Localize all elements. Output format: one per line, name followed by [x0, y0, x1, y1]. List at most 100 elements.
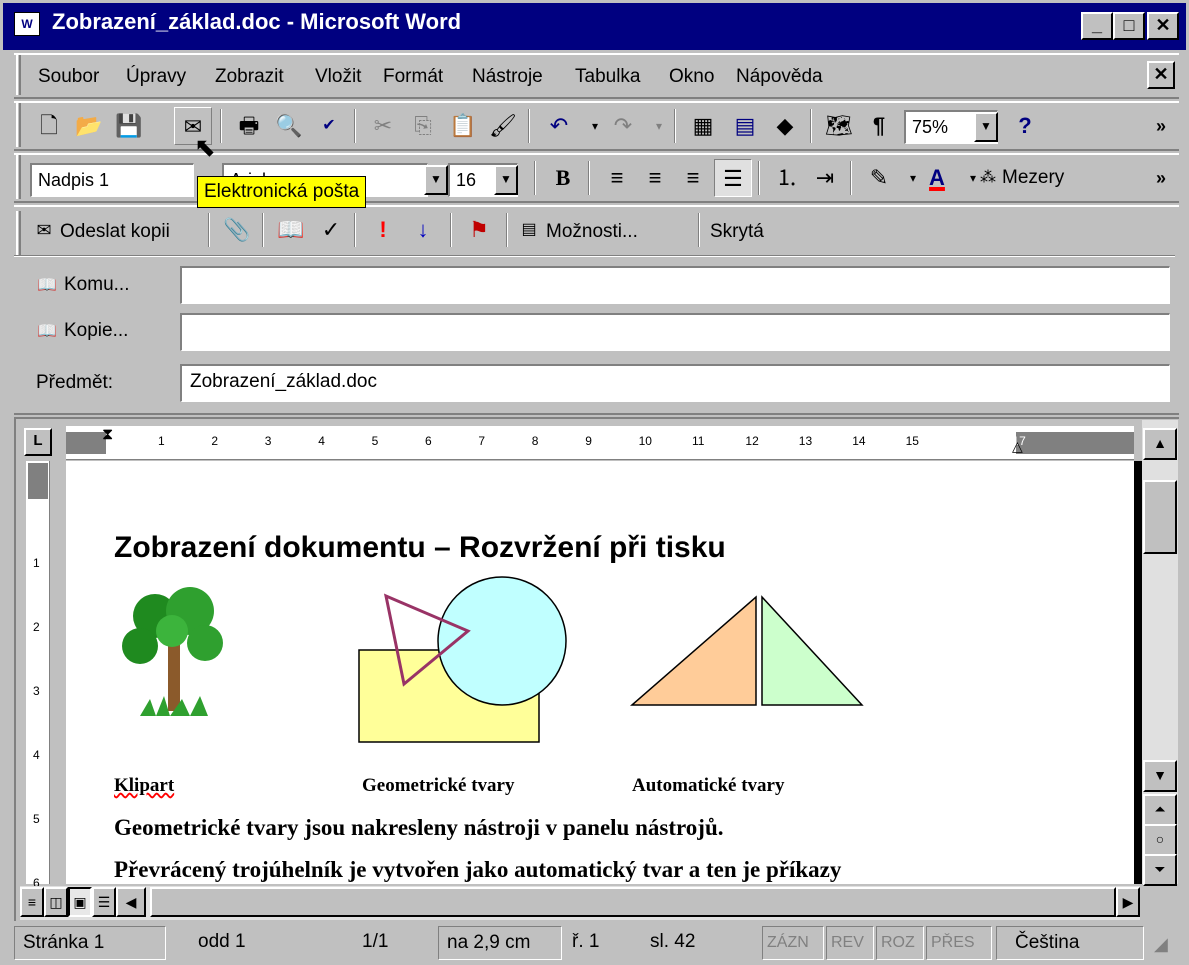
redo-icon[interactable]: ↷ [604, 107, 642, 145]
toolbar-separator [534, 161, 536, 195]
status-rec[interactable]: ZÁZN [762, 926, 824, 960]
menu-okno[interactable]: Okno [669, 55, 714, 97]
previous-page-icon[interactable]: ⏶ [1143, 794, 1177, 826]
font-dropdown-icon[interactable]: ▼ [424, 165, 448, 195]
drawing-icon[interactable]: ◆ [766, 107, 804, 145]
subject-field[interactable]: Zobrazení_základ.doc [180, 364, 1170, 402]
web-layout-view-icon[interactable]: ◫ [44, 887, 68, 917]
menu-zobrazit[interactable]: Zobrazit [215, 55, 284, 97]
menu-grip[interactable] [16, 55, 21, 95]
select-browse-object-icon[interactable]: ○ [1143, 824, 1177, 856]
low-importance-icon[interactable]: ↓ [404, 211, 442, 249]
redo-dropdown-icon[interactable]: ▾ [640, 107, 678, 145]
open-folder-icon[interactable]: 📂 [70, 107, 108, 145]
paste-icon[interactable]: 📋 [444, 107, 482, 145]
resize-grip-icon[interactable]: ◢ [1154, 934, 1168, 955]
zoom-dropdown-icon[interactable]: ▼ [974, 112, 998, 142]
document-map-icon[interactable]: 🗺 [820, 107, 858, 145]
normal-view-icon[interactable]: ≡ [20, 887, 44, 917]
menu-format[interactable]: Formát [383, 55, 443, 97]
numbering-icon[interactable]: ⒈ [768, 159, 806, 197]
align-center-icon[interactable]: ≡ [636, 159, 674, 197]
menu-nastroje[interactable]: Nástroje [472, 55, 543, 97]
tables-borders-icon[interactable]: ▦ [684, 107, 722, 145]
copy-icon[interactable]: ⎘ [404, 107, 442, 145]
vertical-ruler[interactable]: 123456 [26, 461, 50, 890]
font-color-icon[interactable]: A [918, 159, 956, 197]
size-dropdown-icon[interactable]: ▼ [494, 165, 518, 195]
scroll-up-icon[interactable]: ▲ [1143, 428, 1177, 460]
spacing-icon[interactable]: ⁂ [976, 159, 1000, 197]
right-indent-marker-icon[interactable]: △ [1012, 438, 1023, 455]
menu-vlozit[interactable]: Vložit [315, 55, 361, 97]
print-preview-icon[interactable]: 🔍 [270, 107, 308, 145]
justify-icon[interactable]: ☰ [714, 159, 752, 197]
menu-tabulka[interactable]: Tabulka [575, 55, 641, 97]
scrollbar-thumb[interactable] [1143, 480, 1177, 554]
flag-icon[interactable]: ⚑ [460, 211, 498, 249]
to-field[interactable] [180, 266, 1170, 304]
close-document-icon[interactable]: ✕ [1147, 61, 1175, 89]
vertical-ruler-number: 5 [33, 812, 40, 826]
undo-icon[interactable]: ↶ [540, 107, 578, 145]
save-icon[interactable]: 💾 [110, 107, 148, 145]
mouse-cursor-icon: ⬉ [194, 132, 216, 162]
help-icon[interactable]: ? [1006, 107, 1044, 145]
toolbar-grip[interactable] [16, 155, 21, 199]
bcc-button[interactable]: Skrytá [710, 221, 764, 243]
status-ext[interactable]: ROZ [876, 926, 924, 960]
toolbar-grip[interactable] [16, 211, 21, 255]
attach-icon[interactable]: 📎 [218, 211, 256, 249]
print-layout-view-icon[interactable]: ▣ [68, 887, 92, 917]
document-page[interactable]: Zobrazení dokumentu – Rozvržení při tisk… [66, 461, 1134, 884]
cc-button[interactable]: Kopie... [64, 320, 128, 342]
insert-table-icon[interactable]: ▤ [726, 107, 764, 145]
outline-view-icon[interactable]: ☰ [92, 887, 116, 917]
window-title: Zobrazení_základ.doc - Microsoft Word [52, 9, 462, 34]
align-right-icon[interactable]: ≡ [674, 159, 712, 197]
word-doc-icon[interactable]: W [14, 12, 40, 36]
maximize-button[interactable]: □ [1113, 12, 1145, 40]
bold-button[interactable]: B [544, 159, 582, 197]
cc-field[interactable] [180, 313, 1170, 351]
tab-selector-button[interactable]: L [24, 428, 52, 456]
to-button[interactable]: Komu... [64, 274, 129, 296]
minimize-button[interactable]: _ [1081, 12, 1113, 40]
menu-soubor[interactable]: Soubor [38, 55, 99, 97]
status-language[interactable]: Čeština [996, 926, 1144, 960]
status-rev[interactable]: REV [826, 926, 874, 960]
status-ovr[interactable]: PŘES [926, 926, 992, 960]
scroll-down-icon[interactable]: ▼ [1143, 760, 1177, 792]
subject-label: Předmět: [36, 372, 114, 393]
spelling-icon[interactable]: ✔ [310, 107, 348, 145]
highlight-icon[interactable]: ✎ [860, 159, 898, 197]
menu-napoveda[interactable]: Nápověda [736, 55, 823, 97]
close-button[interactable]: ✕ [1147, 12, 1179, 40]
scroll-right-icon[interactable]: ▶ [1116, 887, 1140, 917]
print-icon[interactable]: 🖶 [230, 107, 268, 145]
format-painter-icon[interactable]: 🖌 [484, 107, 522, 145]
toolbar-grip[interactable] [16, 103, 21, 147]
more-buttons-icon[interactable]: » [1142, 107, 1180, 145]
align-left-icon[interactable]: ≡ [598, 159, 636, 197]
scroll-left-icon[interactable]: ◀ [116, 887, 146, 917]
show-hide-icon[interactable]: ¶ [860, 107, 898, 145]
send-copy-button[interactable]: Odeslat kopii [60, 221, 170, 243]
indent-marker-icon[interactable]: ⧗ [102, 426, 113, 444]
menu-upravy[interactable]: Úpravy [126, 55, 186, 97]
horizontal-ruler[interactable]: 1 2 3 4 5 6 7 8 9 10 11 12 13 14 15 17 ⧗ △ [66, 426, 1134, 460]
new-document-icon[interactable]: 🗋 [30, 107, 68, 145]
next-page-icon[interactable]: ⏷ [1143, 854, 1177, 886]
increase-indent-icon[interactable]: ⇥ [806, 159, 844, 197]
style-combo[interactable]: Nadpis 1 [30, 163, 194, 197]
high-importance-icon[interactable]: ! [364, 211, 402, 249]
vertical-scrollbar[interactable]: ▲ ▼ ⏶ ○ ⏷ [1142, 420, 1178, 886]
horizontal-scrollbar-thumb[interactable] [150, 887, 1116, 917]
check-names-icon[interactable]: ✓ [312, 211, 350, 249]
spacing-label[interactable]: Mezery [1002, 167, 1064, 189]
options-button[interactable]: Možnosti... [546, 221, 638, 243]
more-buttons-icon[interactable]: » [1142, 159, 1180, 197]
status-pages: 1/1 [362, 931, 389, 952]
cut-icon[interactable]: ✂ [364, 107, 402, 145]
address-book-icon[interactable]: 📖 [272, 211, 310, 249]
